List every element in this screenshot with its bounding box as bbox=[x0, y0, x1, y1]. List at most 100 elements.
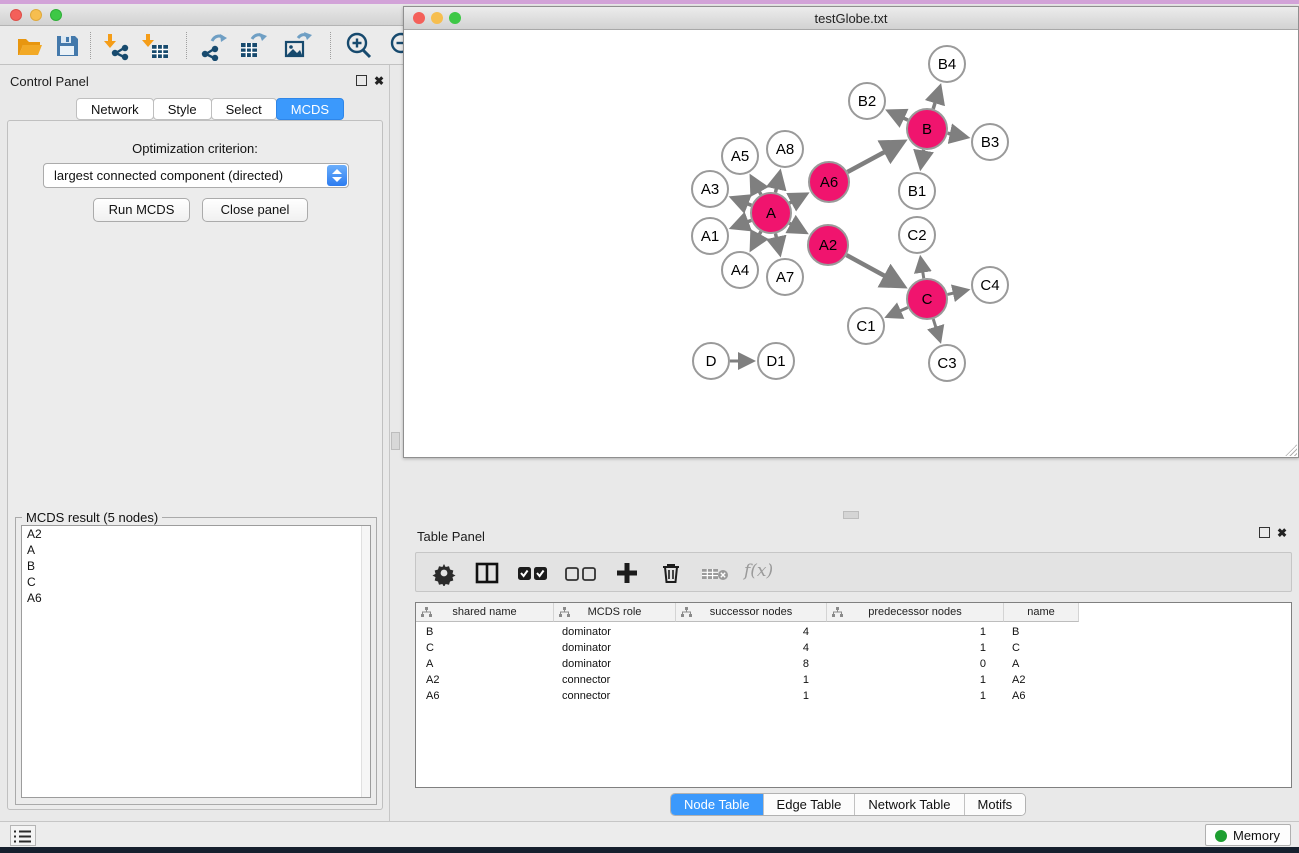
network-edge-A-A2[interactable] bbox=[789, 223, 804, 232]
close-table-panel-icon[interactable]: ✖ bbox=[1277, 527, 1287, 539]
tab-mcds[interactable]: MCDS bbox=[276, 98, 344, 120]
deselect-all-icon[interactable] bbox=[564, 560, 598, 591]
network-node-B4[interactable]: B4 bbox=[929, 46, 965, 82]
table-row[interactable]: Bdominator41B bbox=[416, 625, 1291, 641]
network-node-A1[interactable]: A1 bbox=[692, 218, 728, 254]
table-cell[interactable]: A2 bbox=[1004, 673, 1079, 689]
network-edge-A6-B[interactable] bbox=[847, 142, 902, 172]
network-edge-C-C1[interactable] bbox=[888, 307, 908, 316]
zoom-in-icon[interactable] bbox=[344, 31, 374, 61]
network-node-A4[interactable]: A4 bbox=[722, 252, 758, 288]
network-edge-A-A8[interactable] bbox=[775, 173, 779, 192]
table-cell[interactable]: A bbox=[1004, 657, 1079, 673]
open-file-icon[interactable] bbox=[14, 31, 44, 61]
table-cell[interactable]: A6 bbox=[1004, 689, 1079, 705]
table-cell[interactable]: connector bbox=[554, 689, 676, 705]
network-edge-A-A4[interactable] bbox=[752, 231, 761, 248]
table-row[interactable]: Adominator80A bbox=[416, 657, 1291, 673]
vertical-splitter-handle[interactable] bbox=[391, 432, 400, 450]
tab-network[interactable]: Network bbox=[76, 98, 154, 120]
network-node-B1[interactable]: B1 bbox=[899, 173, 935, 209]
network-window-titlebar[interactable]: testGlobe.txt bbox=[404, 7, 1298, 30]
mcds-result-item[interactable]: C bbox=[22, 574, 370, 590]
network-edge-B-B4[interactable] bbox=[933, 88, 940, 109]
network-edge-C-C4[interactable] bbox=[947, 290, 966, 294]
mcds-result-item[interactable]: A bbox=[22, 542, 370, 558]
network-node-C1[interactable]: C1 bbox=[848, 308, 884, 344]
table-cell[interactable]: 1 bbox=[676, 673, 827, 689]
import-network-icon[interactable] bbox=[102, 31, 132, 61]
tab-select[interactable]: Select bbox=[211, 98, 277, 120]
column-header-successor-nodes[interactable]: successor nodes bbox=[676, 603, 827, 622]
table-cell[interactable]: 4 bbox=[676, 625, 827, 641]
delete-column-icon[interactable] bbox=[658, 560, 684, 591]
mcds-result-item[interactable]: B bbox=[22, 558, 370, 574]
tab-motifs[interactable]: Motifs bbox=[965, 794, 1026, 816]
network-edge-A-A5[interactable] bbox=[752, 178, 761, 195]
task-history-button[interactable] bbox=[10, 825, 36, 846]
network-node-B[interactable]: B bbox=[907, 109, 947, 149]
column-header-name[interactable]: name bbox=[1004, 603, 1079, 622]
tab-node-table[interactable]: Node Table bbox=[671, 794, 764, 816]
float-table-panel-icon[interactable] bbox=[1259, 527, 1270, 538]
table-cell[interactable]: A2 bbox=[416, 673, 554, 689]
scrollbar[interactable] bbox=[361, 526, 370, 797]
network-edge-A-A7[interactable] bbox=[775, 234, 779, 253]
save-session-icon[interactable] bbox=[52, 31, 82, 61]
table-cell[interactable]: dominator bbox=[554, 657, 676, 673]
table-cell[interactable]: 4 bbox=[676, 641, 827, 657]
network-node-A5[interactable]: A5 bbox=[722, 138, 758, 174]
function-builder-icon[interactable]: f(x) bbox=[744, 561, 773, 581]
table-cell[interactable]: 1 bbox=[827, 625, 1004, 641]
network-edge-A-A6[interactable] bbox=[790, 195, 806, 203]
network-edge-A-A1[interactable] bbox=[733, 220, 751, 227]
criterion-dropdown[interactable]: largest connected component (directed) bbox=[43, 163, 349, 188]
import-table-icon[interactable] bbox=[140, 31, 170, 61]
table-cell[interactable]: C bbox=[416, 641, 554, 657]
select-all-icon[interactable] bbox=[516, 560, 550, 591]
mcds-result-item[interactable]: A6 bbox=[22, 590, 370, 606]
table-cell[interactable]: 8 bbox=[676, 657, 827, 673]
network-edge-A2-C[interactable] bbox=[846, 255, 902, 285]
table-cell[interactable]: 1 bbox=[827, 689, 1004, 705]
table-row[interactable]: A6connector11A6 bbox=[416, 689, 1291, 705]
network-node-A6[interactable]: A6 bbox=[809, 162, 849, 202]
table-cell[interactable]: 1 bbox=[827, 641, 1004, 657]
node-table[interactable]: shared nameMCDS rolesuccessor nodesprede… bbox=[415, 602, 1292, 788]
table-cell[interactable]: 0 bbox=[827, 657, 1004, 673]
network-node-A3[interactable]: A3 bbox=[692, 171, 728, 207]
network-edge-A-A3[interactable] bbox=[733, 198, 751, 205]
column-header-predecessor-nodes[interactable]: predecessor nodes bbox=[827, 603, 1004, 622]
network-edge-B-B2[interactable] bbox=[890, 112, 908, 121]
network-node-C4[interactable]: C4 bbox=[972, 267, 1008, 303]
resize-grip[interactable] bbox=[1285, 444, 1297, 456]
horizontal-splitter-handle[interactable] bbox=[843, 511, 859, 519]
table-cell[interactable]: B bbox=[416, 625, 554, 641]
network-edge-B-B3[interactable] bbox=[948, 133, 966, 137]
table-cell[interactable]: connector bbox=[554, 673, 676, 689]
network-node-D[interactable]: D bbox=[693, 343, 729, 379]
close-panel-button[interactable]: Close panel bbox=[202, 198, 308, 222]
column-header-MCDS-role[interactable]: MCDS role bbox=[554, 603, 676, 622]
column-visibility-icon[interactable] bbox=[474, 560, 500, 591]
table-row[interactable]: A2connector11A2 bbox=[416, 673, 1291, 689]
table-cell[interactable]: A bbox=[416, 657, 554, 673]
network-node-A[interactable]: A bbox=[751, 193, 791, 233]
tab-style[interactable]: Style bbox=[153, 98, 212, 120]
table-row[interactable]: Cdominator41C bbox=[416, 641, 1291, 657]
column-header-shared-name[interactable]: shared name bbox=[416, 603, 554, 622]
settings-icon[interactable] bbox=[431, 560, 457, 591]
mcds-result-item[interactable]: A2 bbox=[22, 526, 370, 542]
network-edge-B-B1[interactable] bbox=[921, 150, 924, 167]
memory-button[interactable]: Memory bbox=[1205, 824, 1291, 846]
run-mcds-button[interactable]: Run MCDS bbox=[93, 198, 190, 222]
float-panel-icon[interactable] bbox=[356, 75, 367, 86]
export-network-icon[interactable] bbox=[198, 31, 228, 61]
table-cell[interactable]: A6 bbox=[416, 689, 554, 705]
network-edge-C-C3[interactable] bbox=[933, 319, 940, 340]
network-node-B3[interactable]: B3 bbox=[972, 124, 1008, 160]
network-node-C3[interactable]: C3 bbox=[929, 345, 965, 381]
table-cell[interactable]: 1 bbox=[676, 689, 827, 705]
table-cell[interactable]: C bbox=[1004, 641, 1079, 657]
table-cell[interactable]: dominator bbox=[554, 641, 676, 657]
